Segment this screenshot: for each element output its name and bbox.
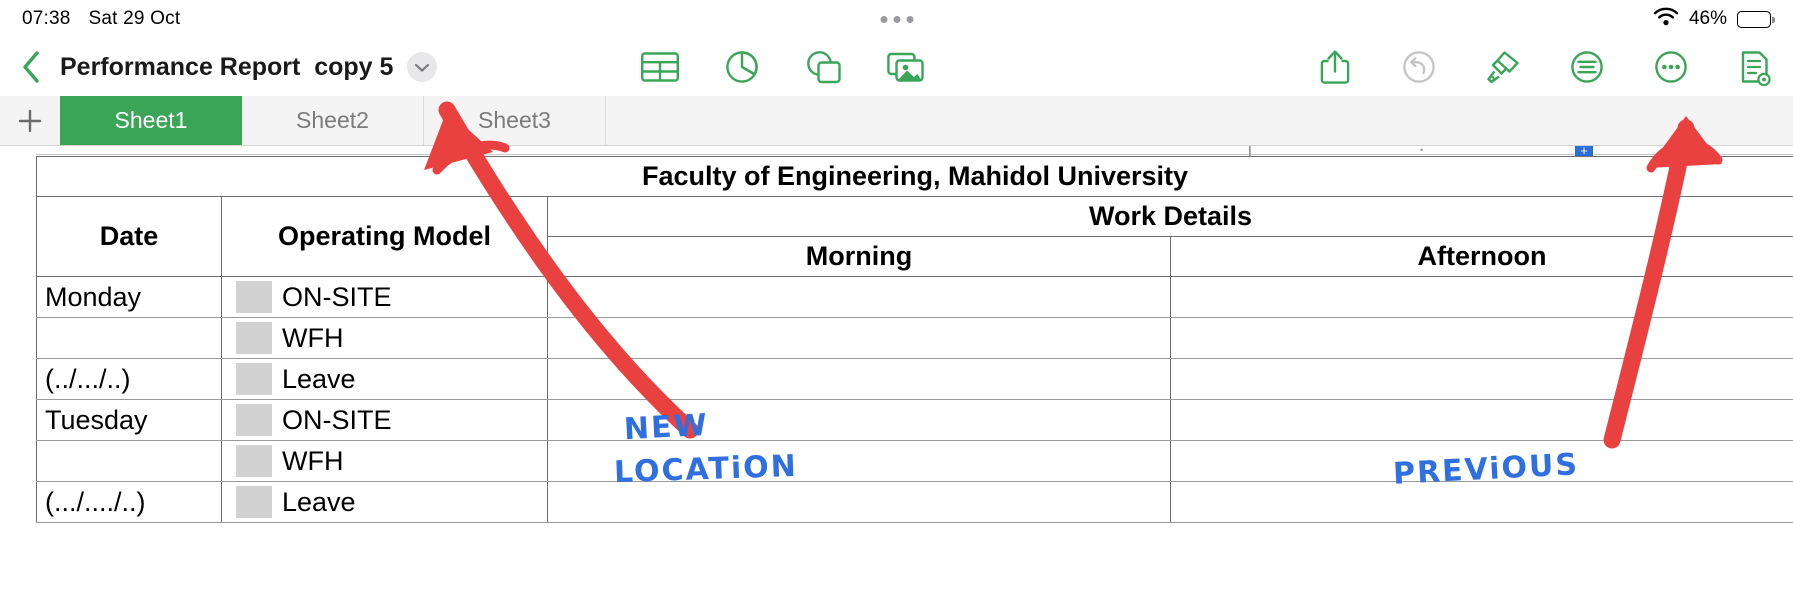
checkbox-toggle[interactable] [236,486,272,518]
cell-model-label: Leave [282,486,356,517]
cell-morning[interactable] [547,440,1171,482]
status-bar-left: 07:38 Sat 29 Oct [22,8,180,30]
page-title[interactable]: Performance Report copy 5 [60,53,393,82]
table-title-row: Faculty of Engineering, Mahidol Universi… [35,156,1793,197]
sheet-tab-sheet1[interactable]: Sheet1 [60,96,242,145]
sheet-tab-sheet2[interactable]: Sheet2 [242,96,424,145]
battery-icon [1737,10,1775,28]
work-schedule-table[interactable]: Faculty of Engineering, Mahidol Universi… [35,156,1793,523]
cell-operating-model[interactable]: ON-SITE [221,276,548,318]
cell-afternoon[interactable] [1169,481,1793,523]
cell-operating-model[interactable]: Leave [221,481,548,523]
header-work-details: Work Details [546,196,1793,237]
cell-operating-model[interactable]: WFH [221,317,548,359]
table-top-edge: | · + [0,146,1793,161]
sheet-tab-sheet3[interactable]: Sheet3 [424,96,606,145]
battery-percent: 46% [1688,8,1727,29]
dot-icon [893,15,900,23]
cell-date[interactable]: (.../..../..) [36,481,222,523]
status-date: Sat 29 Oct [88,8,181,29]
header-morning: Morning [547,236,1171,277]
cell-afternoon[interactable] [1169,358,1793,400]
table-row[interactable]: Monday ON-SITE [36,276,1793,318]
cell-morning[interactable] [547,276,1171,318]
status-bar-right: 46% [1653,7,1775,31]
cell-date[interactable]: (../.../..) [36,358,222,400]
spreadsheet-canvas[interactable]: | · + Faculty of Engineering, Mahidol Un… [0,146,1793,600]
cell-afternoon[interactable] [1169,317,1793,359]
checkbox-toggle[interactable] [236,445,272,477]
cell-model-label: Leave [282,363,356,394]
cell-model-label: ON-SITE [282,281,392,312]
dot-icon [906,15,913,23]
dot-icon [880,15,887,23]
cell-model-label: WFH [282,322,344,353]
cell-operating-model[interactable]: ON-SITE [221,399,548,441]
insert-shape-icon[interactable] [804,47,844,87]
cell-operating-model[interactable]: Leave [221,358,548,400]
table-header-row-1: Date Operating Model Work Details [36,196,1793,277]
more-options-icon[interactable] [1651,47,1691,87]
insert-toolbar-group [640,47,926,87]
checkbox-toggle[interactable] [236,281,272,313]
cell-morning[interactable] [547,358,1171,400]
cell-date[interactable] [36,317,222,359]
cell-afternoon[interactable] [1169,276,1793,318]
insert-text-icon[interactable] [1567,47,1607,87]
document-toolbar: Performance Report copy 5 [0,38,1793,96]
sheet-tab-bar: Sheet1 Sheet2 Sheet3 [0,96,1793,146]
table-title: Faculty of Engineering, Mahidol Universi… [35,156,1793,197]
back-chevron-icon[interactable] [14,50,48,84]
undo-icon[interactable] [1399,47,1439,87]
cell-morning[interactable] [547,481,1171,523]
table-row[interactable]: (../.../..) Leave [36,358,1793,400]
insert-table-icon[interactable] [640,47,680,87]
cell-model-label: ON-SITE [282,404,392,435]
status-center-dots [880,15,913,23]
cell-operating-model[interactable]: WFH [221,440,548,482]
document-options-icon[interactable] [1735,47,1775,87]
cell-model-label: WFH [282,445,344,476]
table-row[interactable]: (.../..../..) Leave [36,481,1793,523]
cell-date[interactable]: Tuesday [36,399,222,441]
format-brush-icon[interactable] [1483,47,1523,87]
checkbox-toggle[interactable] [236,404,272,436]
chevron-down-icon[interactable] [407,52,438,82]
insert-media-icon[interactable] [886,47,926,87]
cell-afternoon[interactable] [1169,399,1793,441]
add-sheet-button[interactable] [0,96,60,145]
header-afternoon: Afternoon [1169,236,1793,277]
status-time: 07:38 [22,8,71,29]
share-icon[interactable] [1315,47,1355,87]
header-date: Date [36,196,222,277]
cell-morning[interactable] [547,317,1171,359]
header-operating-model: Operating Model [221,196,548,277]
cell-afternoon[interactable] [1169,440,1793,482]
table-row[interactable]: Tuesday ON-SITE [36,399,1793,441]
insert-chart-icon[interactable] [722,47,762,87]
checkbox-toggle[interactable] [236,322,272,354]
cell-date[interactable]: Monday [36,276,222,318]
actions-toolbar-group [1315,47,1775,87]
checkbox-toggle[interactable] [236,363,272,395]
status-bar: 07:38 Sat 29 Oct 46% [0,0,1793,38]
wifi-icon [1653,7,1679,31]
table-row[interactable]: WFH [36,317,1793,359]
cell-morning[interactable] [547,399,1171,441]
table-row[interactable]: WFH [36,440,1793,482]
numbers-app-window: 07:38 Sat 29 Oct 46% Performance Report … [0,0,1793,600]
cell-date[interactable] [36,440,222,482]
